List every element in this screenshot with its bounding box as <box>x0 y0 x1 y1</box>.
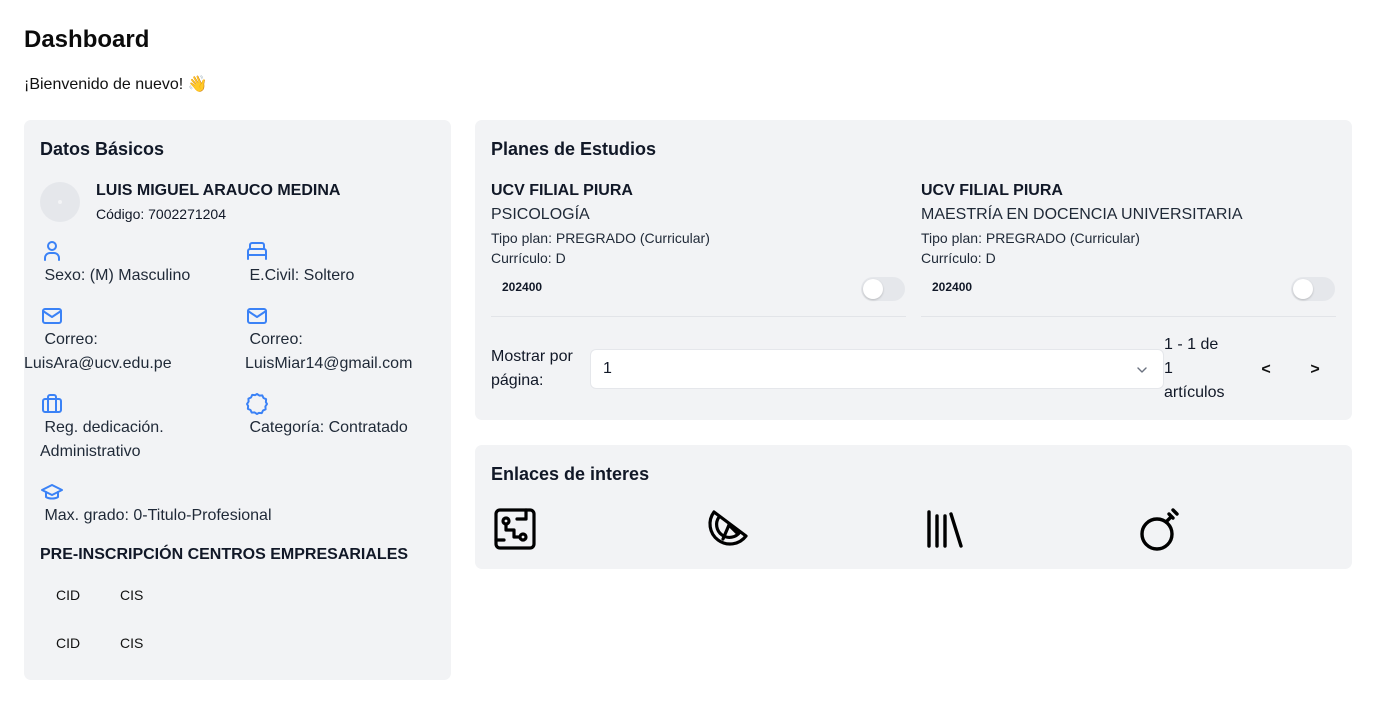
enlaces-card: Enlaces de interes <box>475 445 1352 569</box>
enlaces-title: Enlaces de interes <box>491 464 650 484</box>
plan-campus: UCV FILIAL PIURA <box>491 182 633 199</box>
cid-chip[interactable]: CID <box>56 635 80 651</box>
pagination-range: 1 - 1 de 1 artículos <box>1164 333 1244 405</box>
page-title: Dashboard <box>24 26 150 53</box>
plan-program: PSICOLOGÍA <box>491 206 590 223</box>
categoria-text: Categoría: Contratado <box>245 419 408 436</box>
cid-chip[interactable]: CID <box>56 587 80 603</box>
plan-program: MAESTRÍA EN DOCENCIA UNIVERSITARIA <box>921 206 1243 223</box>
per-page-label: Mostrar por página: <box>491 345 591 393</box>
plan-campus: UCV FILIAL PIURA <box>921 182 1063 199</box>
plan-curriculum: Currículo: D <box>921 250 996 266</box>
correo-label: Correo: <box>40 331 98 348</box>
grado-text: Max. grado: 0-Titulo-Profesional <box>40 507 272 524</box>
sexo-text: Sexo: (M) Masculino <box>40 267 191 284</box>
briefcase-icon <box>40 392 64 416</box>
correo-label: Correo: <box>245 331 303 348</box>
graduation-cap-icon <box>40 480 64 504</box>
planes-estudios-card: Planes de Estudios UCV FILIAL PIURA PSIC… <box>475 120 1352 420</box>
chevron-down-icon <box>1135 363 1149 377</box>
plan-type: Tipo plan: PREGRADO (Curricular) <box>491 230 710 246</box>
badge-icon <box>245 392 269 416</box>
dedicacion-label: Reg. dedicación. <box>40 419 164 436</box>
user-name: LUIS MIGUEL ARAUCO MEDINA <box>96 182 341 199</box>
plan-toggle[interactable] <box>861 277 905 301</box>
mail-icon <box>40 304 64 328</box>
library-icon[interactable] <box>921 506 967 552</box>
estado-civil-text: E.Civil: Soltero <box>245 267 355 284</box>
plan-code: 202400 <box>932 280 973 294</box>
plan-toggle[interactable] <box>1291 277 1335 301</box>
mail-icon <box>245 304 269 328</box>
bomb-icon[interactable] <box>1137 506 1183 552</box>
avatar <box>40 182 80 222</box>
per-page-select[interactable]: 1 <box>590 349 1164 389</box>
per-page-label-line: Mostrar por <box>491 348 573 365</box>
correo-institucional: LuisAra@ucv.edu.pe <box>24 355 172 372</box>
plan-curriculum: Currículo: D <box>491 250 566 266</box>
welcome-message: ¡Bienvenido de nuevo! 👋 <box>24 76 208 93</box>
plan-item: UCV FILIAL PIURA MAESTRÍA EN DOCENCIA UN… <box>921 182 1336 317</box>
toggle-knob <box>1293 279 1313 299</box>
next-page-button[interactable]: > <box>1303 358 1327 382</box>
circuit-board-icon[interactable] <box>492 506 538 552</box>
prev-page-button[interactable]: < <box>1254 358 1278 382</box>
cis-chip[interactable]: CIS <box>120 587 143 603</box>
dedicacion-value: Administrativo <box>40 443 141 460</box>
planes-title: Planes de Estudios <box>491 139 657 159</box>
per-page-value: 1 <box>603 360 612 377</box>
bed-icon <box>245 239 269 263</box>
citrus-icon[interactable] <box>706 506 752 552</box>
cis-chip[interactable]: CIS <box>120 635 143 651</box>
plan-type: Tipo plan: PREGRADO (Curricular) <box>921 230 1140 246</box>
datos-basicos-card: Datos Básicos LUIS MIGUEL ARAUCO MEDINA … <box>24 120 451 680</box>
range-line: artículos <box>1164 384 1225 401</box>
range-line: 1 <box>1164 360 1173 377</box>
plan-item: UCV FILIAL PIURA PSICOLOGÍA Tipo plan: P… <box>491 182 906 317</box>
datos-basicos-title: Datos Básicos <box>40 139 165 159</box>
user-code: Código: 7002271204 <box>96 206 227 222</box>
correo-personal: LuisMiar14@gmail.com <box>245 355 413 372</box>
range-line: 1 - 1 de <box>1164 336 1219 353</box>
user-icon <box>40 239 64 263</box>
toggle-knob <box>863 279 883 299</box>
plan-code: 202400 <box>502 280 543 294</box>
per-page-label-line: página: <box>491 372 544 389</box>
pre-inscripcion-title: PRE-INSCRIPCIÓN CENTROS EMPRESARIALES <box>40 546 409 563</box>
